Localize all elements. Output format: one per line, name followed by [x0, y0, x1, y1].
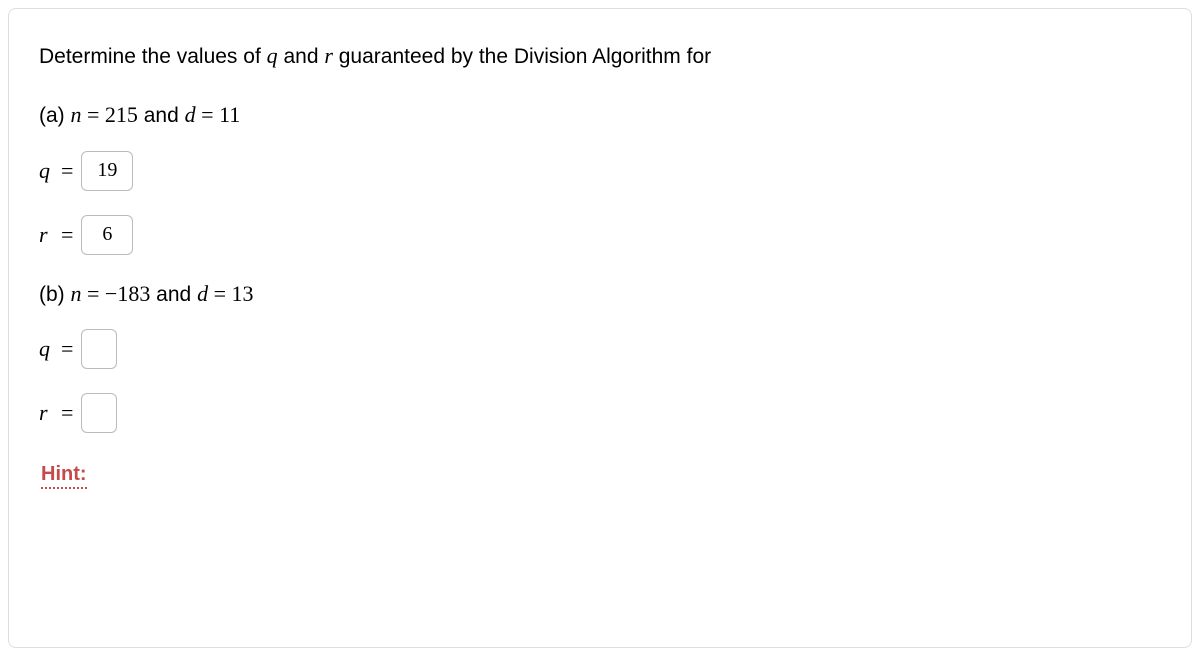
part-b-r-label: r — [39, 400, 53, 426]
prompt-and: and — [278, 45, 325, 68]
part-b-statement: (b) n = −183 and d = 13 — [39, 279, 1161, 310]
part-a-q-row: q = — [39, 151, 1161, 191]
part-a-dval: 11 — [219, 102, 240, 127]
part-a-n: n — [71, 102, 82, 127]
part-a-d: d — [185, 102, 196, 127]
part-a-and: and — [138, 104, 185, 127]
prompt-suffix: guaranteed by the Division Algorithm for — [333, 45, 711, 68]
prompt-var-r: r — [324, 43, 333, 68]
part-b-neg: − — [105, 281, 117, 306]
part-a-r-input[interactable] — [81, 215, 133, 255]
part-b-dval: 13 — [231, 281, 253, 306]
question-prompt: Determine the values of q and r guarante… — [39, 41, 1161, 72]
part-b-label: (b) — [39, 283, 71, 306]
part-b-q-label: q — [39, 336, 53, 362]
prompt-var-q: q — [267, 43, 278, 68]
prompt-prefix: Determine the values of — [39, 45, 267, 68]
part-b-eq2: = — [208, 281, 231, 306]
part-b-q-input[interactable] — [81, 329, 117, 369]
hint-link[interactable]: Hint: — [41, 463, 87, 489]
part-b-eq1: = — [82, 281, 105, 306]
part-a-statement: (a) n = 215 and d = 11 — [39, 100, 1161, 131]
part-a-r-label: r — [39, 222, 53, 248]
part-b-d: d — [197, 281, 208, 306]
part-b-r-row: r = — [39, 393, 1161, 433]
part-b-and: and — [150, 283, 197, 306]
part-b-r-equals: = — [61, 400, 73, 426]
part-b-q-equals: = — [61, 336, 73, 362]
part-a-eq1: = — [82, 102, 105, 127]
part-a-r-equals: = — [61, 222, 73, 248]
part-a-label: (a) — [39, 104, 71, 127]
part-a-r-row: r = — [39, 215, 1161, 255]
part-a-nval: 215 — [105, 102, 138, 127]
part-a-eq2: = — [196, 102, 219, 127]
part-b-nval: 183 — [117, 281, 150, 306]
part-b-n: n — [71, 281, 82, 306]
question-card: Determine the values of q and r guarante… — [8, 8, 1192, 648]
part-a-q-input[interactable] — [81, 151, 133, 191]
part-a-q-label: q — [39, 158, 53, 184]
part-b-r-input[interactable] — [81, 393, 117, 433]
part-a-q-equals: = — [61, 158, 73, 184]
part-b-q-row: q = — [39, 329, 1161, 369]
